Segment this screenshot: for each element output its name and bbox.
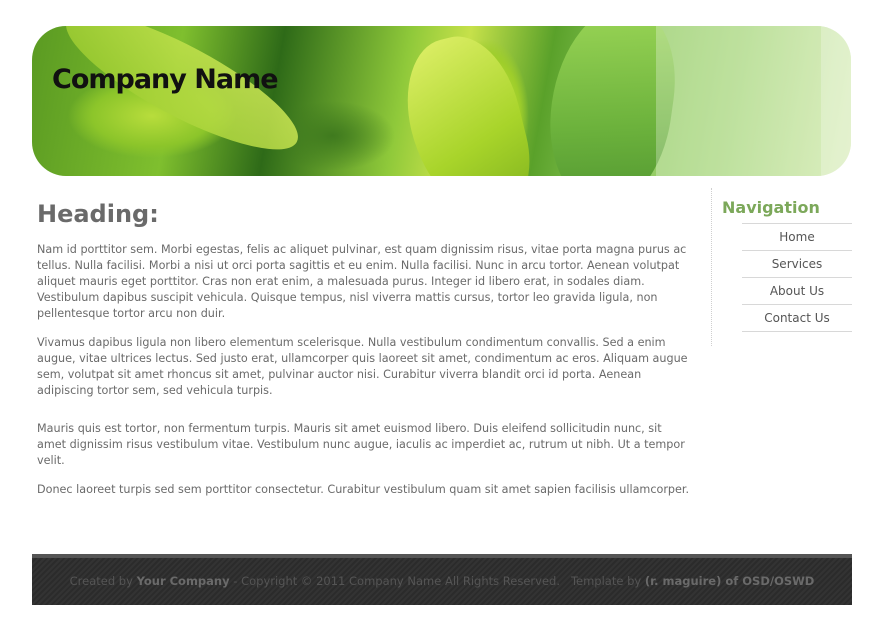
banner-leaf [50, 26, 314, 173]
header-banner: Company Name [32, 26, 851, 176]
paragraph: Mauris quis est tortor, non fermentum tu… [37, 422, 685, 467]
banner-leaf [391, 26, 543, 176]
footer-created-prefix: Created by [69, 574, 133, 588]
nav-item-contact-us[interactable]: Contact Us [742, 305, 852, 332]
sidebar-title: Navigation [722, 198, 820, 217]
footer-copyright: - Copyright © 2011 Company Name All Righ… [233, 574, 560, 588]
nav-item-home[interactable]: Home [742, 224, 852, 251]
nav-item-about-us[interactable]: About Us [742, 278, 852, 305]
sidebar: Navigation Home Services About Us Contac… [711, 188, 853, 346]
company-name: Company Name [52, 64, 279, 95]
paragraph: Nam id porttitor sem. Morbi egestas, fel… [37, 243, 687, 320]
footer: Created by Your Company - Copyright © 20… [32, 554, 852, 605]
footer-template-author-link[interactable]: (r. maguire) of OSD/OSWD [645, 574, 815, 588]
nav-item-services[interactable]: Services [742, 251, 852, 278]
nav-menu: Home Services About Us Contact Us [742, 223, 852, 332]
footer-company-link[interactable]: Your Company [137, 574, 230, 588]
paragraph: Vivamus dapibus ligula non libero elemen… [37, 336, 688, 397]
banner-overlay [821, 26, 851, 176]
page-heading: Heading: [37, 200, 159, 228]
footer-template-prefix: Template by [570, 574, 642, 588]
paragraph: Donec laoreet turpis sed sem porttitor c… [37, 483, 690, 496]
main-content: Heading: Nam id porttitor sem. Morbi ege… [37, 200, 692, 511]
